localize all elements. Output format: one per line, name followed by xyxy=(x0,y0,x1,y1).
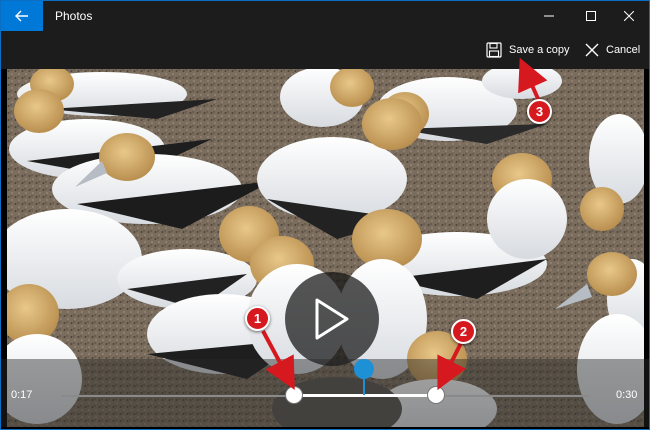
end-time: 0:30 xyxy=(616,389,638,401)
trim-end-handle[interactable] xyxy=(427,386,445,404)
floppy-disk-icon xyxy=(486,42,502,58)
arrow-left-icon xyxy=(15,10,28,22)
save-copy-button[interactable]: Save a copy xyxy=(486,40,570,60)
playhead-dot xyxy=(354,359,374,379)
app-title: Photos xyxy=(55,9,93,23)
minimize-button[interactable] xyxy=(527,1,571,31)
photos-window: Photos Save a copy Cancel 0:17 0:30 1 2 … xyxy=(0,0,650,430)
playhead-stem xyxy=(363,379,365,395)
minimize-icon xyxy=(544,15,554,17)
play-icon xyxy=(315,298,349,340)
trim-controls: 0:17 0:30 xyxy=(1,359,649,427)
cancel-label: Cancel xyxy=(606,44,641,56)
x-icon xyxy=(585,43,599,57)
back-button[interactable] xyxy=(1,1,43,31)
play-button[interactable] xyxy=(285,272,379,366)
callout-badge-2: 2 xyxy=(451,319,476,344)
save-copy-label: Save a copy xyxy=(509,44,570,56)
close-window-button[interactable] xyxy=(607,1,649,31)
trim-start-handle[interactable] xyxy=(285,386,303,404)
title-bar: Photos xyxy=(1,1,649,31)
callout-badge-1: 1 xyxy=(245,306,270,331)
maximize-icon xyxy=(586,11,596,21)
edit-toolbar: Save a copy Cancel xyxy=(1,31,649,69)
cancel-button[interactable]: Cancel xyxy=(585,40,640,60)
close-icon xyxy=(624,11,634,21)
start-time: 0:17 xyxy=(11,389,33,401)
callout-badge-3: 3 xyxy=(527,99,552,124)
playhead-handle[interactable] xyxy=(354,359,374,395)
